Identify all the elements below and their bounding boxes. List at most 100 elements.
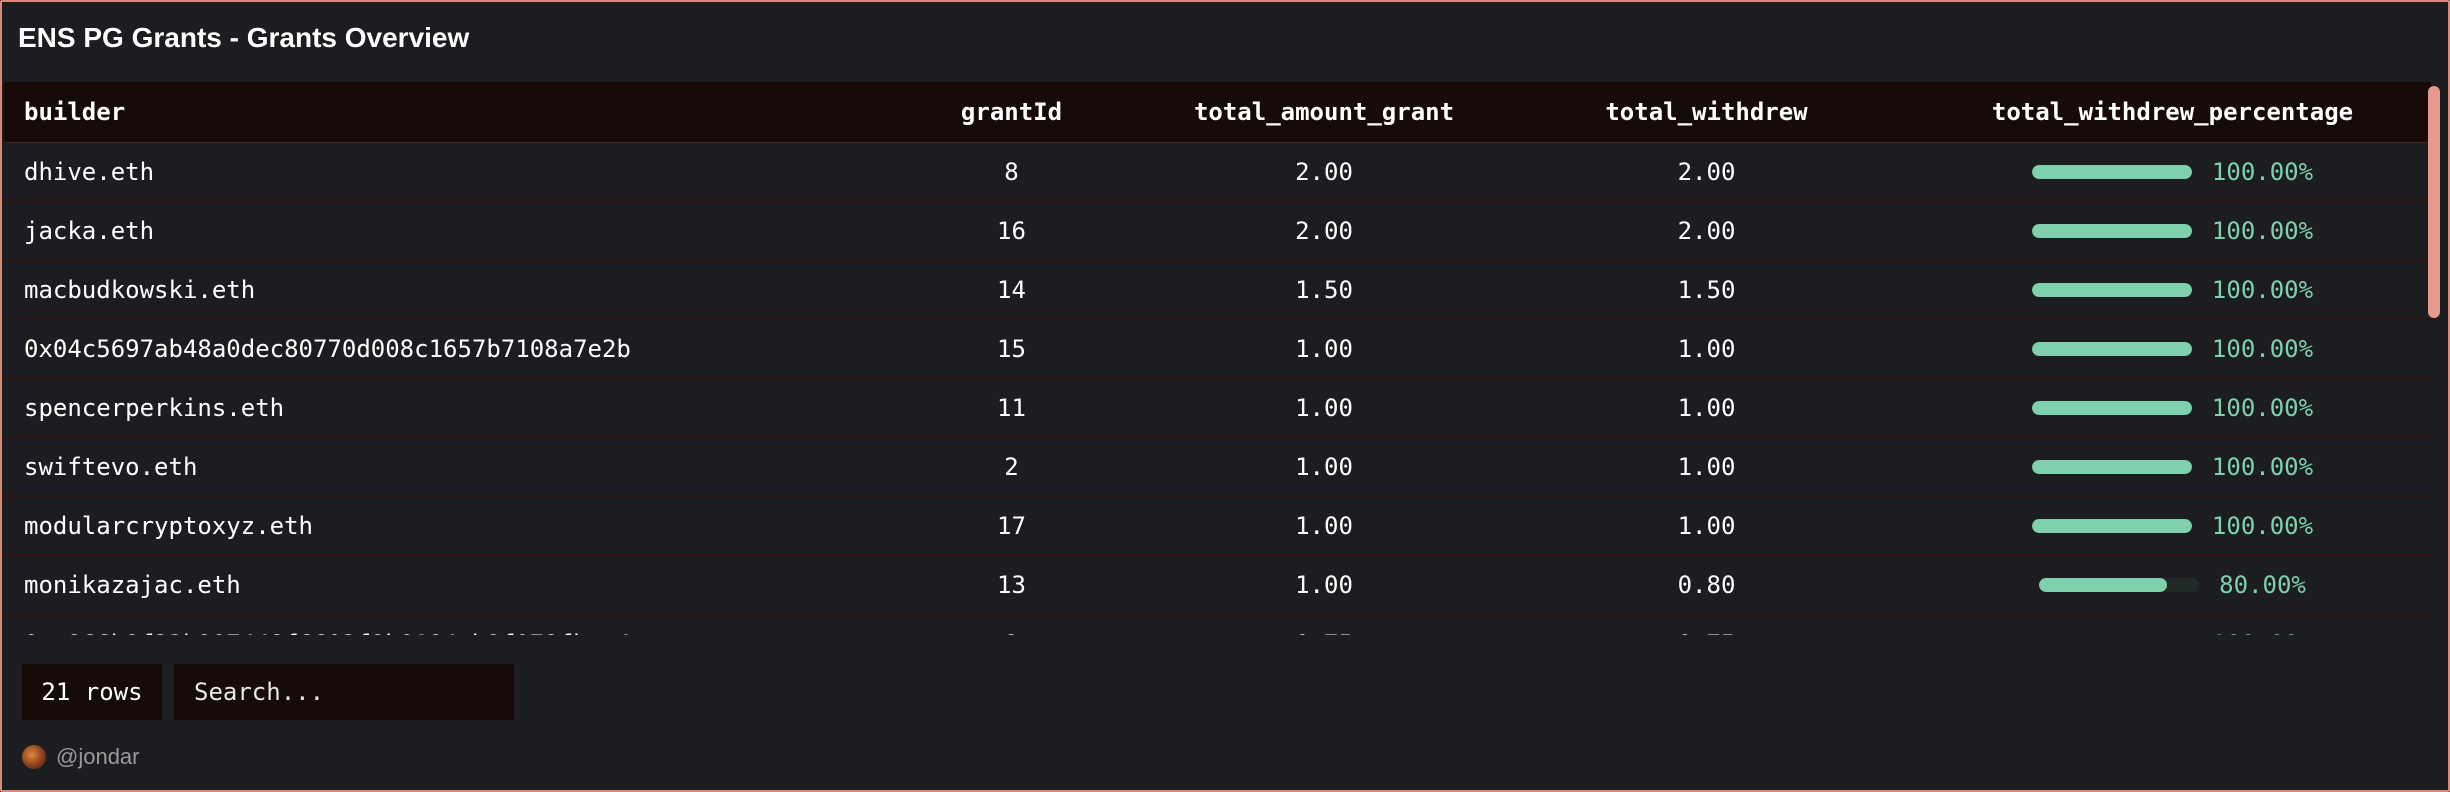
progress-bar-fill <box>2031 224 2192 238</box>
cell-grantid: 13 <box>874 555 1149 615</box>
percentage-indicator: 100.00% <box>2031 158 2314 186</box>
table-row: monikazajac.eth 13 1.00 0.80 80.00% <box>4 555 2431 615</box>
search-input[interactable] <box>174 664 514 720</box>
page-title: ENS PG Grants - Grants Overview <box>18 22 470 53</box>
cell-total-withdrew-percentage: 100.00% <box>1914 437 2431 497</box>
column-header-total-withdrew[interactable]: total_withdrew <box>1499 82 1914 143</box>
table-row: spencerperkins.eth 11 1.00 1.00 100.00% <box>4 378 2431 438</box>
cell-grantid: 2 <box>874 437 1149 497</box>
cell-total-amount-grant: 1.00 <box>1149 437 1499 497</box>
column-header-total-withdrew-percentage[interactable]: total_withdrew_percentage <box>1914 82 2431 143</box>
cell-grantid: 16 <box>874 201 1149 261</box>
percentage-text: 100.00% <box>2211 394 2314 422</box>
percentage-indicator: 100.00% <box>2031 453 2314 481</box>
cell-total-amount-grant: 1.50 <box>1149 260 1499 320</box>
cell-total-withdrew: 1.50 <box>1499 260 1914 320</box>
progress-bar-track <box>2031 519 2192 533</box>
cell-builder: jacka.eth <box>4 201 874 261</box>
percentage-text: 100.00% <box>2211 276 2314 304</box>
progress-bar-track <box>2031 460 2192 474</box>
progress-bar-fill <box>2031 342 2192 356</box>
cell-total-withdrew: 0.80 <box>1499 555 1914 615</box>
percentage-indicator: 80.00% <box>2039 571 2306 599</box>
table-row: swiftevo.eth 2 1.00 1.00 100.00% <box>4 437 2431 497</box>
cell-grantid: 9 <box>874 614 1149 635</box>
cell-total-amount-grant: 2.00 <box>1149 142 1499 202</box>
author-name: @jondar <box>56 744 140 769</box>
rows-count-badge: 21 rows <box>22 664 162 720</box>
progress-bar-track <box>2031 342 2192 356</box>
cell-builder: macbudkowski.eth <box>4 260 874 320</box>
progress-bar-track <box>2031 224 2192 238</box>
column-header-total-amount-grant[interactable]: total_amount_grant <box>1149 82 1499 143</box>
percentage-text: 100.00% <box>2211 512 2314 540</box>
progress-bar-fill <box>2031 519 2192 533</box>
author-link[interactable]: @jondar <box>22 742 140 772</box>
table-row: modularcryptoxyz.eth 17 1.00 1.00 100.00% <box>4 496 2431 556</box>
cell-builder: monikazajac.eth <box>4 555 874 615</box>
cell-total-withdrew-percentage: 100.00% <box>1914 201 2431 261</box>
cell-total-withdrew-percentage: 80.00% <box>1914 555 2431 615</box>
column-header-grantid[interactable]: grantId <box>874 82 1149 143</box>
percentage-indicator: 100.00% <box>2031 335 2314 363</box>
table-row: 0xe966b9f33b907448f6603f9b0194eb9f079fba… <box>4 614 2431 635</box>
cell-total-withdrew: 1.00 <box>1499 378 1914 438</box>
progress-bar-track <box>2031 283 2192 297</box>
cell-builder: spencerperkins.eth <box>4 378 874 438</box>
cell-grantid: 14 <box>874 260 1149 320</box>
cell-builder: modularcryptoxyz.eth <box>4 496 874 556</box>
table-scrollbar[interactable] <box>2428 86 2440 318</box>
percentage-indicator: 100.00% <box>2032 630 2313 635</box>
progress-bar-fill <box>2031 165 2192 179</box>
cell-grantid: 17 <box>874 496 1149 556</box>
cell-grantid: 15 <box>874 319 1149 379</box>
cell-builder: swiftevo.eth <box>4 437 874 497</box>
query-panel: ENS PG Grants - Grants Overview builder … <box>0 0 2450 792</box>
cell-total-withdrew-percentage: 100.00% <box>1914 614 2431 635</box>
cell-total-amount-grant: 1.00 <box>1149 319 1499 379</box>
cell-total-withdrew: 0.75 <box>1499 614 1914 635</box>
cell-total-amount-grant: 1.00 <box>1149 496 1499 556</box>
percentage-text: 80.00% <box>2219 571 2306 599</box>
table-row: dhive.eth 8 2.00 2.00 100.00% <box>4 142 2431 202</box>
cell-total-amount-grant: 1.00 <box>1149 378 1499 438</box>
percentage-indicator: 100.00% <box>2031 394 2314 422</box>
results-table-container: builder grantId total_amount_grant total… <box>4 82 2431 635</box>
progress-bar-fill <box>2031 283 2192 297</box>
progress-bar-track <box>2039 578 2200 592</box>
column-header-builder[interactable]: builder <box>4 82 874 143</box>
table-row: 0x04c5697ab48a0dec80770d008c1657b7108a7e… <box>4 319 2431 379</box>
cell-total-amount-grant: 2.00 <box>1149 201 1499 261</box>
cell-builder: 0x04c5697ab48a0dec80770d008c1657b7108a7e… <box>4 319 874 379</box>
cell-total-withdrew: 1.00 <box>1499 496 1914 556</box>
cell-total-withdrew-percentage: 100.00% <box>1914 378 2431 438</box>
cell-total-withdrew: 2.00 <box>1499 201 1914 261</box>
cell-total-withdrew-percentage: 100.00% <box>1914 260 2431 320</box>
percentage-text: 100.00% <box>2211 217 2314 245</box>
cell-total-amount-grant: 1.00 <box>1149 555 1499 615</box>
cell-builder: dhive.eth <box>4 142 874 202</box>
cell-grantid: 8 <box>874 142 1149 202</box>
percentage-text: 100.00% <box>2212 630 2313 635</box>
table-row: jacka.eth 16 2.00 2.00 100.00% <box>4 201 2431 261</box>
progress-bar-fill <box>2031 401 2192 415</box>
percentage-text: 100.00% <box>2211 158 2314 186</box>
progress-bar-track <box>2031 401 2192 415</box>
progress-bar-track <box>2031 165 2192 179</box>
cell-total-withdrew: 1.00 <box>1499 437 1914 497</box>
cell-total-amount-grant: 0.75 <box>1149 614 1499 635</box>
cell-builder: 0xe966b9f33b907448f6603f9b0194eb9f079fba… <box>4 614 874 635</box>
progress-bar-fill <box>2039 578 2168 592</box>
table-row: macbudkowski.eth 14 1.50 1.50 100.00% <box>4 260 2431 320</box>
percentage-indicator: 100.00% <box>2031 512 2314 540</box>
table-body: dhive.eth 8 2.00 2.00 100.00% jacka.eth 16 2.00… <box>4 142 2431 635</box>
cell-total-withdrew: 2.00 <box>1499 142 1914 202</box>
cell-grantid: 11 <box>874 378 1149 438</box>
cell-total-withdrew-percentage: 100.00% <box>1914 142 2431 202</box>
percentage-text: 100.00% <box>2211 453 2314 481</box>
percentage-indicator: 100.00% <box>2031 276 2314 304</box>
table-header-row: builder grantId total_amount_grant total… <box>4 82 2431 143</box>
percentage-text: 100.00% <box>2211 335 2314 363</box>
percentage-indicator: 100.00% <box>2031 217 2314 245</box>
avatar <box>22 745 46 769</box>
